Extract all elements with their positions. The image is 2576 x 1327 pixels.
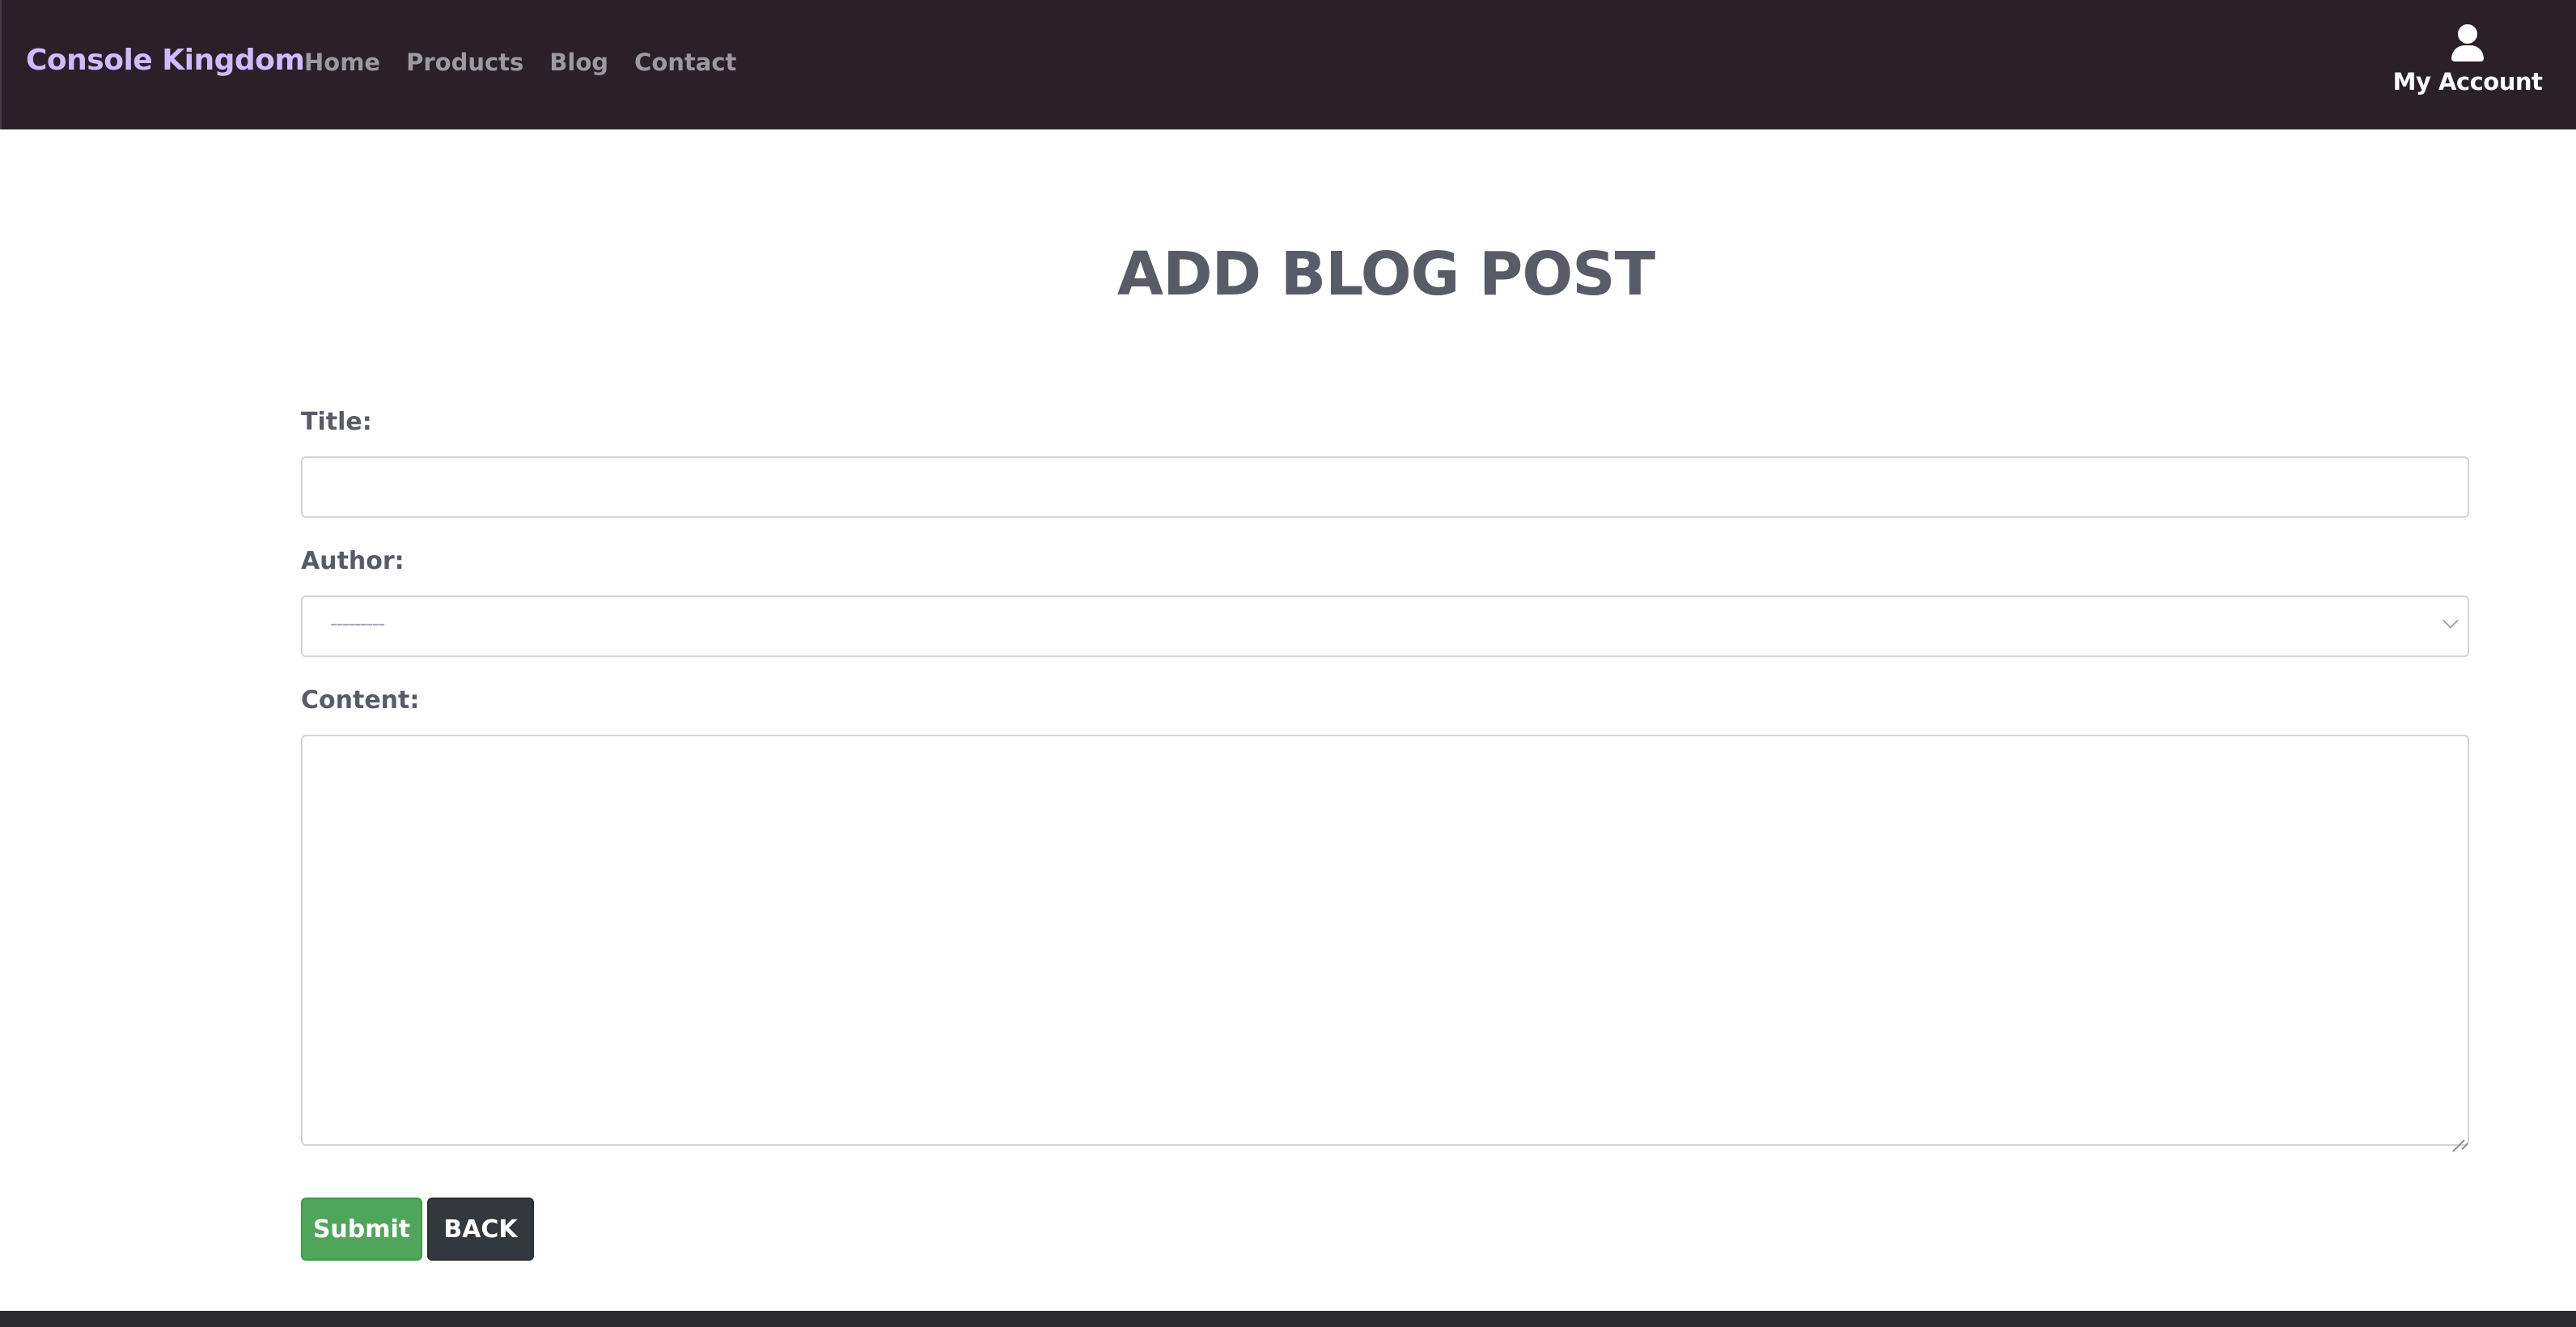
nav-link-home[interactable]: Home — [304, 49, 380, 76]
author-selected-value: --------- — [330, 612, 385, 636]
main-nav: Home Products Blog Contact — [304, 49, 762, 76]
title-label: Title: — [301, 408, 372, 436]
nav-link-products[interactable]: Products — [406, 49, 523, 76]
nav-link-contact[interactable]: Contact — [634, 49, 736, 76]
title-input[interactable] — [301, 456, 2469, 518]
nav-link-blog[interactable]: Blog — [549, 49, 608, 76]
author-select[interactable]: --------- — [301, 596, 2469, 657]
chevron-down-icon — [2443, 613, 2459, 629]
brand-logo[interactable]: Console Kingdom — [26, 44, 305, 77]
page-title: ADD BLOG POST — [1116, 240, 1655, 309]
back-button[interactable]: BACK — [427, 1198, 534, 1261]
submit-button[interactable]: Submit — [301, 1198, 422, 1261]
footer — [0, 1311, 2576, 1327]
content-label: Content: — [301, 686, 420, 714]
my-account-label: My Account — [2392, 68, 2543, 95]
author-label: Author: — [301, 547, 405, 575]
user-icon — [2450, 24, 2485, 63]
content-textarea[interactable] — [301, 735, 2469, 1146]
resize-handle-icon[interactable] — [2451, 1128, 2464, 1141]
my-account-link[interactable]: My Account — [2379, 24, 2557, 102]
navbar: Console Kingdom Home Products Blog Conta… — [0, 0, 2576, 129]
